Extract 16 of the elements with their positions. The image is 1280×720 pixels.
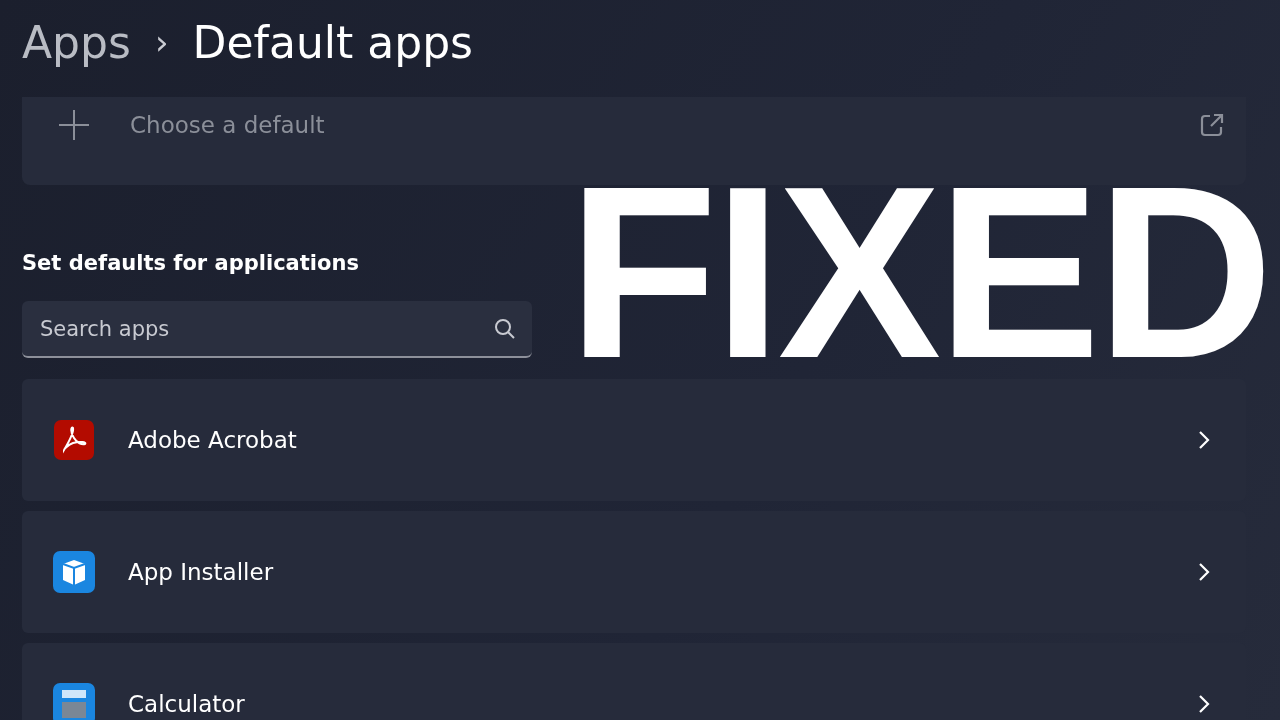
box-app-icon bbox=[52, 550, 96, 594]
pdf-app-icon bbox=[52, 418, 96, 462]
chevron-right-icon bbox=[1196, 561, 1212, 583]
plus-icon bbox=[58, 109, 90, 141]
chevron-right-icon bbox=[1196, 429, 1212, 451]
breadcrumb-parent[interactable]: Apps bbox=[22, 16, 131, 68]
section-heading: Set defaults for applications bbox=[22, 251, 360, 277]
choose-default-card[interactable]: Choose a default bbox=[22, 97, 1246, 185]
breadcrumb-separator: › bbox=[154, 22, 169, 62]
page-title: Default apps bbox=[192, 16, 473, 68]
external-link-icon[interactable] bbox=[1198, 111, 1226, 139]
search-icon bbox=[494, 318, 516, 340]
choose-default-label: Choose a default bbox=[130, 111, 326, 140]
calculator-app-icon bbox=[52, 682, 96, 720]
chevron-right-icon bbox=[1196, 693, 1212, 715]
search-field[interactable]: Search apps bbox=[22, 301, 532, 358]
